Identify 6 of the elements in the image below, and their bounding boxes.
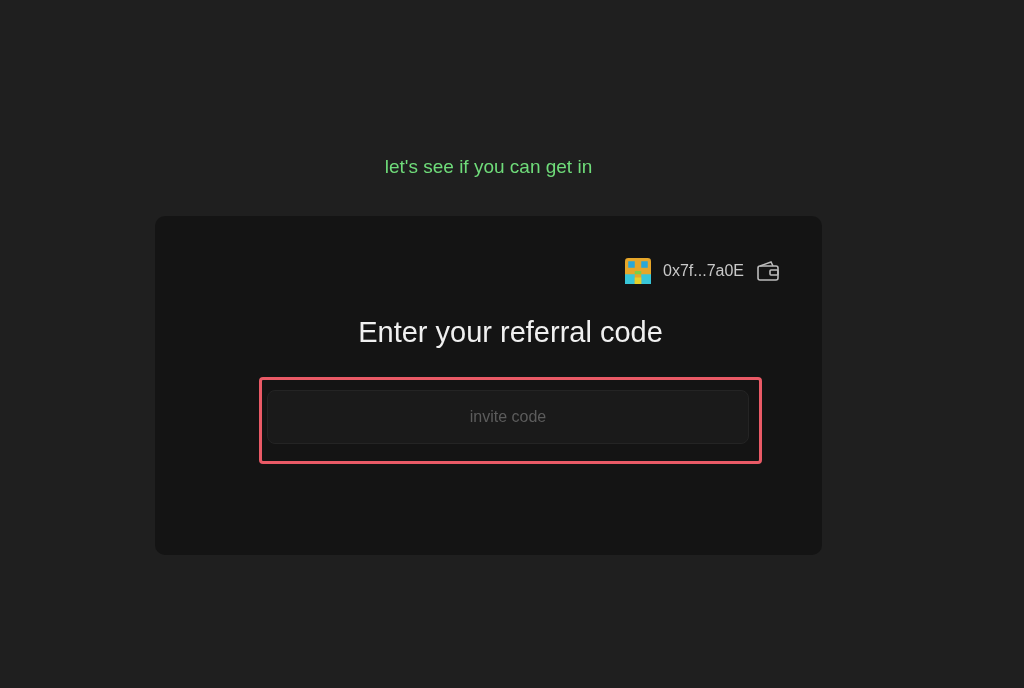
wallet-address: 0x7f...7a0E <box>663 262 744 280</box>
tagline: let's see if you can get in <box>384 156 593 178</box>
wallet-icon[interactable] <box>756 260 780 282</box>
invite-code-field[interactable]: invite code <box>267 390 749 444</box>
avatar-icon <box>625 258 652 284</box>
heading: Enter your referral code <box>358 316 663 349</box>
